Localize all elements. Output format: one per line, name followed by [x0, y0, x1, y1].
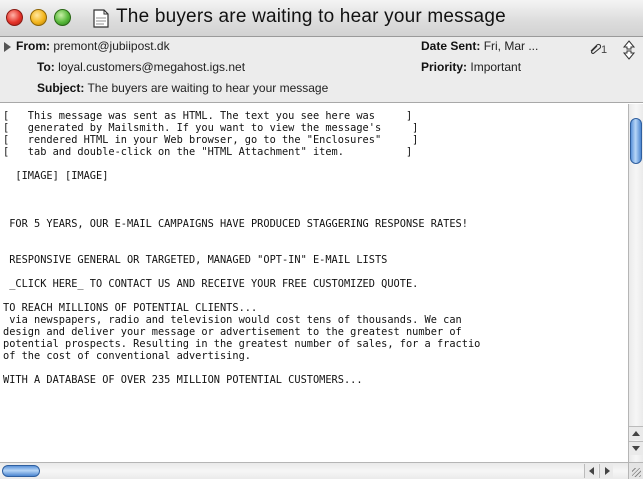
scroll-right-arrow-icon[interactable] [599, 464, 613, 478]
subject-value: The buyers are waiting to hear your mess… [87, 81, 329, 95]
from-value[interactable]: premont@jubiipost.dk [53, 39, 169, 53]
scroll-down-arrow-icon[interactable] [629, 441, 643, 455]
window-titlebar[interactable]: The buyers are waiting to hear your mess… [0, 0, 643, 37]
scroll-up-arrow-icon[interactable] [629, 426, 643, 440]
document-icon[interactable] [93, 9, 109, 28]
to-label: To: [37, 60, 55, 74]
paperclip-icon [590, 43, 602, 54]
zoom-button-icon[interactable] [54, 9, 71, 26]
from-label: From: [16, 39, 50, 53]
horizontal-scrollbar[interactable] [0, 462, 628, 479]
date-value: Fri, Mar ... [483, 39, 539, 53]
vertical-scrollbar[interactable] [628, 104, 643, 462]
scroll-left-arrow-icon[interactable] [584, 464, 598, 478]
to-value[interactable]: loyal.customers@megahost.igs.net [58, 60, 245, 74]
priority-row: Priority: Important [421, 60, 521, 74]
date-row: Date Sent: Fri, Mar ... [421, 39, 538, 53]
priority-label: Priority: [421, 60, 468, 74]
message-body-text[interactable]: [ This message was sent as HTML. The tex… [3, 110, 480, 386]
to-row: To: loyal.customers@megahost.igs.net [37, 60, 245, 74]
window-title: The buyers are waiting to hear your mess… [116, 6, 506, 27]
stepper-arrows-icon[interactable] [621, 39, 637, 61]
close-button-icon[interactable] [6, 9, 23, 26]
minimize-button-icon[interactable] [30, 9, 47, 26]
horizontal-scroll-thumb[interactable] [2, 465, 40, 477]
disclosure-triangle-icon[interactable] [4, 42, 11, 52]
message-body-pane[interactable]: [ This message was sent as HTML. The tex… [0, 104, 628, 462]
attachment-indicator[interactable]: 1 [589, 43, 607, 56]
subject-label: Subject: [37, 81, 85, 95]
message-header: From: premont@jubiipost.dk To: loyal.cus… [0, 37, 643, 103]
date-label: Date Sent: [421, 39, 481, 53]
resize-grip-icon[interactable] [628, 462, 643, 479]
attachment-count: 1 [601, 44, 608, 56]
subject-row: Subject: The buyers are waiting to hear … [37, 81, 328, 95]
priority-value: Important [470, 60, 522, 74]
from-row: From: premont@jubiipost.dk [16, 39, 170, 53]
vertical-scroll-thumb[interactable] [630, 118, 642, 164]
